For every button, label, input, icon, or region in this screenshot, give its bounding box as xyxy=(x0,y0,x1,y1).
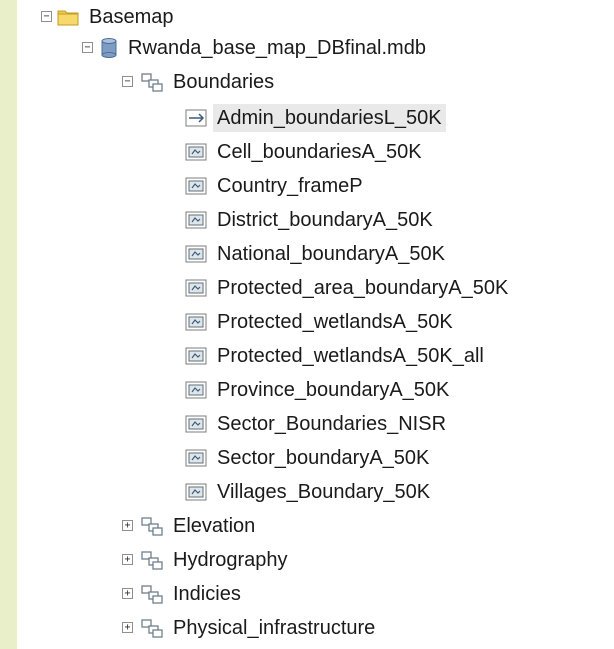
tree-node-indicies[interactable]: Indicies xyxy=(141,577,245,610)
tree-node-label: Physical_infrastructure xyxy=(173,616,376,639)
catalog-tree-panel: − Basemap − Rwanda_base_map_DBfinal.mdb … xyxy=(17,0,614,649)
tree-node-feature-class[interactable]: District_boundaryA_50K xyxy=(185,203,437,236)
tree-node-feature-class[interactable]: Protected_area_boundaryA_50K xyxy=(185,271,512,304)
tree-node-label: Cell_boundariesA_50K xyxy=(217,140,422,163)
collapse-boundaries-toggle[interactable]: − xyxy=(122,76,133,87)
feature-dataset-icon xyxy=(141,584,163,604)
tree-node-feature-class[interactable]: Admin_boundariesL_50K xyxy=(185,101,446,134)
tree-node-feature-class[interactable]: Province_boundaryA_50K xyxy=(185,373,453,406)
tree-node-physical-infrastructure[interactable]: Physical_infrastructure xyxy=(141,611,379,644)
tree-node-feature-class[interactable]: Sector_boundaryA_50K xyxy=(185,441,433,474)
tree-node-label: Boundaries xyxy=(173,70,275,93)
tree-node-elevation[interactable]: Elevation xyxy=(141,509,259,542)
expand-elevation-toggle[interactable]: + xyxy=(122,520,133,531)
polygon-feature-class-icon xyxy=(185,483,207,500)
polygon-feature-class-icon xyxy=(185,143,207,160)
tree-node-label: Province_boundaryA_50K xyxy=(217,378,450,401)
tree-node-label: Protected_wetlandsA_50K xyxy=(217,310,453,333)
tree-node-feature-class[interactable]: Protected_wetlandsA_50K_all xyxy=(185,339,488,372)
tree-node-label: Villages_Boundary_50K xyxy=(217,480,431,503)
collapse-database-toggle[interactable]: − xyxy=(82,42,93,53)
tree-node-label: Sector_boundaryA_50K xyxy=(217,446,430,469)
tree-node-label: Protected_area_boundaryA_50K xyxy=(217,276,509,299)
polygon-feature-class-icon xyxy=(185,347,207,364)
tree-node-label: Protected_wetlandsA_50K_all xyxy=(217,344,484,367)
tree-node-label: Basemap xyxy=(89,5,174,28)
tree-node-label: Country_frameP xyxy=(217,174,363,197)
folder-icon xyxy=(57,10,79,25)
tree-node-label: Sector_Boundaries_NISR xyxy=(217,412,447,435)
collapse-basemap-toggle[interactable]: − xyxy=(41,11,52,22)
expand-physical-infrastructure-toggle[interactable]: + xyxy=(122,622,133,633)
feature-dataset-icon xyxy=(141,72,163,92)
line-feature-class-icon xyxy=(185,109,207,126)
tree-node-hydrography[interactable]: Hydrography xyxy=(141,543,292,576)
polygon-feature-class-icon xyxy=(185,313,207,330)
feature-dataset-icon xyxy=(141,516,163,536)
tree-node-label: Hydrography xyxy=(173,548,288,571)
tree-node-label: Admin_boundariesL_50K xyxy=(213,103,446,132)
tree-node-label: National_boundaryA_50K xyxy=(217,242,445,265)
feature-dataset-icon xyxy=(141,550,163,570)
tree-node-label: Indicies xyxy=(173,582,241,605)
tree-node-feature-class[interactable]: Cell_boundariesA_50K xyxy=(185,135,426,168)
polygon-feature-class-icon xyxy=(185,381,207,398)
polygon-feature-class-icon xyxy=(185,177,207,194)
polygon-feature-class-icon xyxy=(185,415,207,432)
expand-hydrography-toggle[interactable]: + xyxy=(122,554,133,565)
polygon-feature-class-icon xyxy=(185,245,207,262)
tree-node-feature-class[interactable]: National_boundaryA_50K xyxy=(185,237,449,270)
polygon-feature-class-icon xyxy=(185,449,207,466)
tree-node-label: Elevation xyxy=(173,514,256,537)
tree-node-basemap[interactable]: Basemap xyxy=(57,0,178,33)
feature-dataset-icon xyxy=(141,618,163,638)
tree-node-feature-class[interactable]: Protected_wetlandsA_50K xyxy=(185,305,457,338)
tree-node-label: Rwanda_base_map_DBfinal.mdb xyxy=(128,36,426,59)
tree-node-database[interactable]: Rwanda_base_map_DBfinal.mdb xyxy=(100,31,430,64)
tree-node-feature-class[interactable]: Sector_Boundaries_NISR xyxy=(185,407,450,440)
database-icon xyxy=(101,37,117,58)
polygon-feature-class-icon xyxy=(185,279,207,296)
tree-node-label: District_boundaryA_50K xyxy=(217,208,433,231)
polygon-feature-class-icon xyxy=(185,211,207,228)
tree-node-feature-class[interactable]: Villages_Boundary_50K xyxy=(185,475,434,508)
tree-node-boundaries[interactable]: Boundaries xyxy=(141,65,278,98)
tree-node-feature-class[interactable]: Country_frameP xyxy=(185,169,367,202)
expand-indicies-toggle[interactable]: + xyxy=(122,588,133,599)
